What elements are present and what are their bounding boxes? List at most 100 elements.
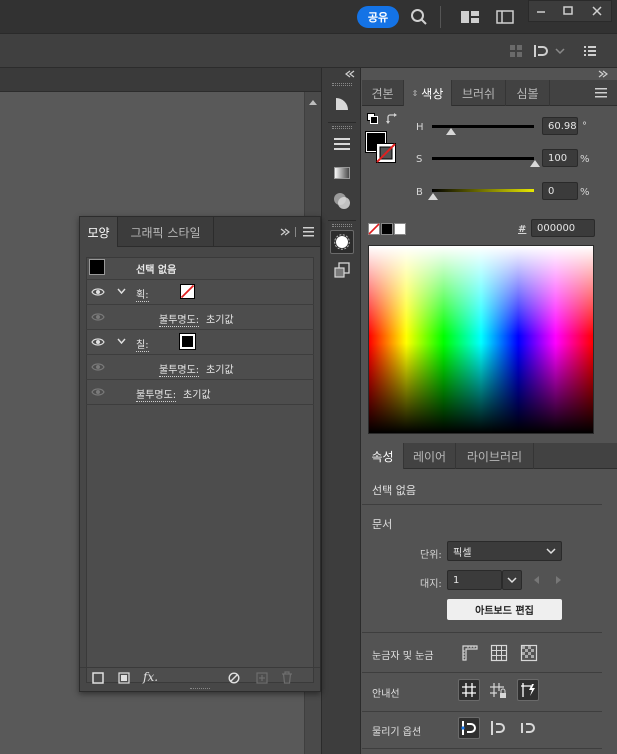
tab-symbols[interactable]: 심볼 [506,80,550,106]
chevron-down-icon[interactable] [555,46,565,56]
brightness-input[interactable]: 0 [542,182,578,200]
chevron-down-icon [507,577,517,584]
eye-icon[interactable] [91,362,105,372]
minimize-icon[interactable] [534,4,548,18]
search-icon[interactable] [410,8,428,26]
tab-appearance[interactable]: 모양 [80,217,118,247]
appearance-fill-opacity-row[interactable]: 불투명도: 초기값 [86,355,314,380]
chevron-down-icon[interactable] [117,338,126,345]
stroke-label[interactable]: 획: [136,286,149,302]
swap-colors-icon[interactable] [386,113,398,125]
eye-icon[interactable] [91,312,105,322]
none-swatch[interactable] [368,223,380,235]
collapse-arrows-icon[interactable] [344,70,356,78]
white-swatch[interactable] [394,223,406,235]
duplicate-item-icon[interactable] [256,672,268,684]
chevron-down-icon[interactable] [117,288,126,295]
maximize-icon[interactable] [561,4,575,18]
appearance-stroke-row[interactable]: 획: [86,280,314,305]
share-button[interactable]: 공유 [357,6,399,28]
appearance-panel-icon[interactable] [330,230,354,254]
list-icon[interactable] [583,44,597,58]
snap-to-glyph-icon[interactable] [518,718,538,738]
transparency-panel-icon[interactable] [330,189,354,213]
clear-appearance-icon[interactable] [228,672,240,684]
graphic-styles-icon[interactable] [330,258,354,282]
saturation-slider-track[interactable] [432,157,534,160]
stroke-swatch[interactable] [376,143,396,163]
snap-to-point-icon[interactable] [458,717,480,739]
default-colors-icon[interactable] [367,113,378,124]
appearance-stroke-opacity-row[interactable]: 불투명도: 초기값 [86,305,314,330]
appearance-selection-row[interactable]: 선택 없음 [86,255,314,280]
arrange-documents-icon[interactable] [460,10,480,24]
color-spectrum[interactable] [368,245,594,434]
document-section-title: 문서 [372,518,393,531]
opacity-label[interactable]: 불투명도: [136,386,177,402]
units-value: 픽셀 [453,547,472,559]
tab-libraries[interactable]: 라이브러리 [456,443,534,469]
gradient-swatch-icon[interactable] [330,161,354,185]
stroke-swatch[interactable] [180,284,195,299]
panel-menu-icon[interactable] [303,227,314,237]
next-artboard-icon[interactable] [556,576,561,584]
eye-icon[interactable] [91,337,105,347]
color-panel-tabs: 견본 ⇕ 색상 브러쉬 심볼 [362,80,617,106]
stroke-opacity-label[interactable]: 불투명도: [159,311,200,327]
grid-icon[interactable] [490,644,508,662]
align-grid-icon[interactable] [509,44,523,58]
smart-guides-icon[interactable] [517,679,539,701]
tab-swatches[interactable]: 견본 [362,80,404,106]
add-fill-icon[interactable] [118,672,130,684]
scroll-up-icon[interactable] [308,98,318,106]
expand-panel-icon[interactable] [279,228,291,236]
brightness-slider-track[interactable] [432,189,534,192]
stroke-panel-icon[interactable] [330,132,354,156]
fill-label[interactable]: 칠: [136,336,149,352]
edit-artboard-button[interactable]: 아트보드 편집 [447,599,562,620]
hue-slider-thumb[interactable] [446,128,456,135]
fill-swatch[interactable] [179,333,196,350]
tab-properties[interactable]: 속성 [362,443,404,469]
gradient-panel-icon[interactable] [330,92,354,116]
black-swatch[interactable] [381,223,393,235]
fx-icon[interactable]: fx. [143,670,158,684]
snap-options-icon[interactable] [533,43,551,59]
collapse-arrows-icon[interactable] [597,70,609,78]
brightness-slider-thumb[interactable] [428,193,438,200]
panel-layout-icon[interactable] [496,10,514,24]
transparency-grid-icon[interactable] [520,644,538,662]
collapsed-panel-dock [321,68,361,754]
lock-guides-icon[interactable] [488,680,508,700]
hue-input[interactable]: 60.98 [542,117,578,135]
fill-opacity-label[interactable]: 불투명도: [159,361,200,377]
ruler-icon[interactable] [461,644,479,662]
artboard-input[interactable]: 1 [447,570,502,590]
appearance-fill-row[interactable]: 칠: [86,330,314,355]
eye-icon[interactable] [91,287,105,297]
close-icon[interactable] [590,4,604,18]
previous-artboard-icon[interactable] [534,576,539,584]
resize-grip[interactable] [190,688,210,691]
artboard-dropdown-button[interactable] [502,570,522,590]
dock-grip[interactable] [332,224,352,227]
snap-to-pixel-icon[interactable] [488,718,508,738]
eye-icon[interactable] [91,387,105,397]
add-stroke-icon[interactable] [92,672,104,684]
units-label: 단위: [420,550,442,561]
units-dropdown[interactable]: 픽셀 [447,541,562,561]
show-guides-icon[interactable] [458,679,480,701]
tab-color[interactable]: ⇕ 색상 [404,80,452,106]
appearance-opacity-row[interactable]: 불투명도: 초기값 [86,380,314,405]
dock-grip[interactable] [332,83,352,86]
saturation-slider-thumb[interactable] [530,160,540,167]
tab-brushes[interactable]: 브러쉬 [452,80,506,106]
tab-layers[interactable]: 레이어 [404,443,456,469]
dock-grip[interactable] [332,126,352,129]
hex-input[interactable]: 000000 [531,219,595,237]
fill-opacity-value: 초기값 [206,365,234,376]
saturation-input[interactable]: 100 [542,149,578,167]
panel-menu-icon[interactable] [595,88,607,98]
trash-icon[interactable] [281,671,293,684]
tab-graphic-styles[interactable]: 그래픽 스타일 [118,217,214,247]
